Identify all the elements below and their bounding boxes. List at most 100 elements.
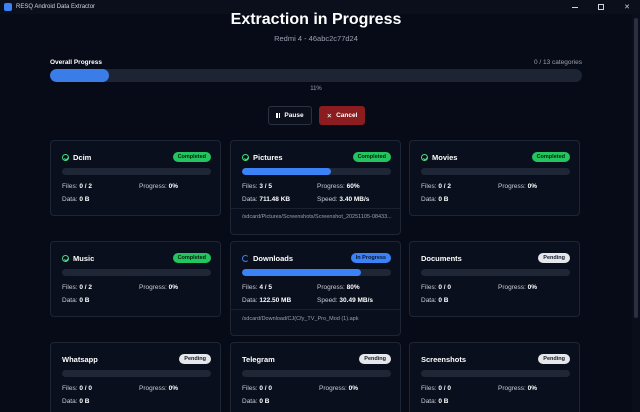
app-icon — [4, 3, 12, 11]
category-progress-bar — [421, 269, 570, 276]
progress-label: Progress: — [317, 284, 345, 291]
category-progress-bar — [62, 269, 211, 276]
cancel-button[interactable]: ✕ Cancel — [319, 106, 365, 125]
files-label: Files: — [421, 183, 437, 190]
progress-value: 0% — [348, 385, 359, 392]
data-value: 122.50 MB — [259, 297, 292, 304]
current-file-path: /sdcard/Pictures/Screenshots/Screenshot_… — [242, 214, 392, 220]
card-title: Whatsapp — [62, 355, 98, 364]
cancel-label: Cancel — [336, 112, 358, 119]
progress-value: 60% — [346, 183, 360, 190]
category-progress-bar — [421, 168, 570, 175]
status-badge: Completed — [172, 152, 211, 162]
scrollbar-thumb[interactable] — [634, 18, 638, 318]
category-card-screenshots: Screenshots Pending Files: 0 / 0 Progres… — [409, 342, 580, 412]
data-value: 711.48 KB — [259, 196, 291, 203]
progress-stat: Progress: 0% — [139, 183, 178, 190]
progress-stat: Progress: 80% — [317, 284, 360, 291]
progress-label: Progress: — [139, 183, 167, 190]
category-card-telegram: Telegram Pending Files: 0 / 0 Progress: … — [230, 342, 401, 412]
progress-label: Progress: — [139, 385, 167, 392]
data-label: Data: — [421, 196, 437, 203]
progress-value: 0% — [168, 183, 179, 190]
check-circle-icon — [421, 154, 428, 161]
data-label: Data: — [62, 297, 78, 304]
files-stat: Files: 0 / 2 — [62, 284, 92, 291]
category-progress-bar — [242, 370, 391, 377]
files-value: 0 / 2 — [438, 183, 451, 190]
data-value: 0 B — [79, 297, 90, 304]
progress-stat: Progress: 0% — [139, 284, 178, 291]
data-value: 0 B — [438, 398, 449, 405]
data-stat: Data: 0 B — [421, 196, 448, 203]
status-badge: Pending — [538, 253, 570, 263]
data-stat: Data: 0 B — [62, 297, 89, 304]
card-title: Dcim — [62, 153, 91, 162]
files-label: Files: — [62, 385, 78, 392]
card-title: Documents — [421, 254, 462, 263]
card-title: Screenshots — [421, 355, 466, 364]
category-name: Downloads — [253, 254, 294, 263]
category-name: Music — [73, 254, 95, 263]
progress-label: Progress: — [498, 183, 526, 190]
category-card-whatsapp: Whatsapp Pending Files: 0 / 0 Progress: … — [50, 342, 221, 412]
status-badge: Completed — [531, 152, 570, 162]
files-stat: Files: 0 / 0 — [242, 385, 272, 392]
files-stat: Files: 0 / 2 — [62, 183, 92, 190]
status-badge: Pending — [538, 354, 570, 364]
category-name: Movies — [432, 153, 458, 162]
category-card-movies: Movies Completed Files: 0 / 2 Progress: … — [409, 140, 580, 216]
files-label: Files: — [421, 284, 437, 291]
data-value: 0 B — [438, 196, 449, 203]
data-stat: Data: 0 B — [62, 398, 89, 405]
progress-label: Progress: — [319, 385, 347, 392]
status-badge: Pending — [359, 354, 391, 364]
device-subtitle: Redmi 4 - 46abc2c77d24 — [274, 34, 358, 43]
category-card-documents: Documents Pending Files: 0 / 0 Progress:… — [409, 241, 580, 317]
files-stat: Files: 0 / 0 — [62, 385, 92, 392]
category-name: Whatsapp — [62, 355, 98, 364]
files-stat: Files: 0 / 2 — [421, 183, 451, 190]
progress-label: Progress: — [139, 284, 167, 291]
data-stat: Data: 711.48 KB — [242, 196, 290, 203]
progress-value: 80% — [346, 284, 360, 291]
data-label: Data: — [421, 297, 437, 304]
data-label: Data: — [62, 196, 78, 203]
files-stat: Files: 0 / 0 — [421, 385, 451, 392]
category-progress-bar — [62, 168, 211, 175]
status-badge: Completed — [172, 253, 211, 263]
data-stat: Data: 0 B — [62, 196, 89, 203]
divider — [231, 208, 400, 209]
pause-button[interactable]: Pause — [268, 106, 312, 125]
files-value: 0 / 0 — [438, 385, 451, 392]
progress-label: Progress: — [317, 183, 345, 190]
files-label: Files: — [242, 183, 258, 190]
files-value: 0 / 0 — [79, 385, 92, 392]
page-title: Extraction in Progress — [230, 11, 402, 28]
data-value: 0 B — [259, 398, 270, 405]
spinner-icon — [242, 255, 249, 262]
files-value: 3 / 5 — [259, 183, 272, 190]
data-value: 0 B — [79, 196, 90, 203]
card-title: Movies — [421, 153, 457, 162]
speed-value: 30.49 MB/s — [339, 297, 374, 304]
data-value: 0 B — [79, 398, 90, 405]
data-label: Data: — [242, 398, 258, 405]
overall-progress-count: 0 / 13 categories — [533, 59, 582, 66]
progress-value: 0% — [168, 385, 179, 392]
minimize-icon — [572, 6, 578, 8]
progress-stat: Progress: 60% — [317, 183, 360, 190]
speed-value: 3.40 MB/s — [339, 196, 370, 203]
progress-stat: Progress: 0% — [498, 183, 537, 190]
category-progress-bar — [421, 370, 570, 377]
category-progress-bar — [242, 269, 391, 276]
data-stat: Data: 0 B — [242, 398, 269, 405]
data-label: Data: — [62, 398, 78, 405]
overall-progress-label: Overall Progress — [50, 59, 103, 66]
category-name: Telegram — [242, 355, 275, 364]
status-badge: In Progress — [350, 253, 391, 263]
progress-stat: Progress: 0% — [319, 385, 358, 392]
current-file-path: /sdcard/Download/CJ(Cfy_TV_Pro_Mod (1).a… — [242, 316, 359, 322]
category-name: Documents — [421, 254, 462, 263]
files-stat: Files: 4 / 5 — [242, 284, 272, 291]
